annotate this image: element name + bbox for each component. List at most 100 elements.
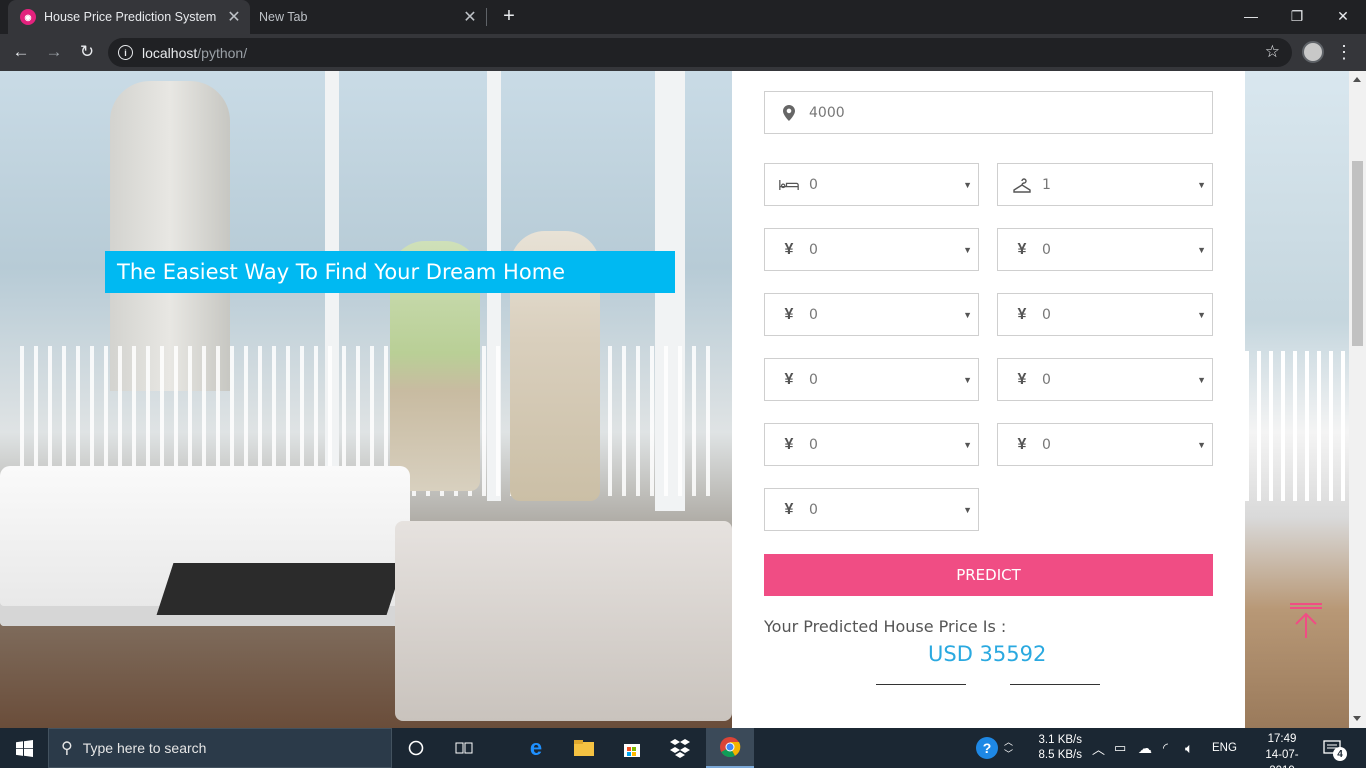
file-explorer-icon[interactable] bbox=[560, 728, 608, 768]
volume-icon[interactable]: 🔈︎ bbox=[1185, 728, 1193, 768]
onedrive-icon[interactable]: ☁ bbox=[1138, 728, 1152, 768]
chevron-down-icon: ▼ bbox=[963, 179, 972, 190]
hero-railing bbox=[1245, 351, 1349, 501]
yen-icon: ¥ bbox=[1017, 305, 1027, 323]
windows-logo-icon bbox=[15, 739, 33, 757]
tray-chevrons-icon[interactable]: ︿ ﹀ bbox=[1004, 728, 1013, 768]
chrome-icon[interactable] bbox=[706, 728, 754, 768]
feature-select-4[interactable]: ¥ 0 ▼ bbox=[997, 293, 1213, 336]
restore-button[interactable]: ❐ bbox=[1274, 0, 1320, 32]
chevron-down-icon: ▼ bbox=[963, 504, 972, 515]
show-hidden-icons-icon[interactable]: ︿ bbox=[1092, 728, 1105, 768]
tab-house-price[interactable]: ◉ House Price Prediction System ✕ bbox=[8, 0, 250, 34]
feature-select-1[interactable]: ¥ 0 ▼ bbox=[764, 228, 979, 271]
battery-icon[interactable]: ▭ bbox=[1114, 728, 1126, 768]
store-icon[interactable] bbox=[608, 728, 656, 768]
bookmark-star-icon[interactable]: ☆ bbox=[1265, 42, 1280, 62]
site-favicon-icon: ◉ bbox=[20, 9, 36, 25]
yen-icon: ¥ bbox=[1017, 240, 1027, 258]
bedrooms-select[interactable]: 0 ▼ bbox=[764, 163, 979, 206]
hero-armchair bbox=[395, 521, 732, 721]
cortana-icon[interactable] bbox=[392, 728, 440, 768]
close-window-button[interactable]: ✕ bbox=[1320, 0, 1366, 32]
browser-menu-icon[interactable]: ⋮ bbox=[1334, 40, 1354, 64]
scroll-down-arrow-icon[interactable] bbox=[1353, 716, 1361, 721]
notifications-icon[interactable]: 4 bbox=[1322, 728, 1347, 768]
language-indicator[interactable]: ENG bbox=[1212, 728, 1237, 768]
yen-icon: ¥ bbox=[1017, 370, 1027, 388]
tab-title: New Tab bbox=[259, 10, 308, 24]
feature-select-5[interactable]: ¥ 0 ▼ bbox=[764, 358, 979, 401]
divider bbox=[1010, 684, 1100, 685]
back-to-top-icon[interactable] bbox=[1288, 602, 1324, 640]
hero-background-image bbox=[0, 71, 732, 728]
chevron-down-icon: ▼ bbox=[963, 244, 972, 255]
minimize-button[interactable]: — bbox=[1228, 0, 1274, 32]
yen-icon: ¥ bbox=[784, 305, 794, 323]
chevron-down-icon: ▼ bbox=[1197, 179, 1206, 190]
close-tab-icon[interactable]: ✕ bbox=[460, 7, 480, 27]
scrollbar-thumb[interactable] bbox=[1352, 161, 1363, 346]
yen-icon: ¥ bbox=[784, 240, 794, 258]
page-scrollbar[interactable] bbox=[1349, 71, 1366, 728]
predict-button[interactable]: PREDICT bbox=[764, 554, 1213, 596]
dropbox-icon[interactable] bbox=[656, 728, 704, 768]
yen-icon: ¥ bbox=[784, 500, 794, 518]
page-viewport: The Easiest Way To Find Your Dream Home … bbox=[0, 71, 1349, 728]
bed-icon bbox=[779, 178, 799, 192]
divider bbox=[876, 684, 966, 685]
tab-separator bbox=[486, 8, 487, 26]
chevron-down-icon: ▼ bbox=[1197, 244, 1206, 255]
predicted-price: USD 35592 bbox=[928, 642, 1047, 666]
notification-count-badge: 4 bbox=[1333, 747, 1347, 761]
search-icon: ⚲ bbox=[61, 740, 73, 757]
feature-select-9[interactable]: ¥ 0 ▼ bbox=[764, 488, 979, 531]
help-icon[interactable]: ? bbox=[976, 728, 998, 768]
browser-toolbar: ← → ↻ i localhost/python/ ☆ bbox=[0, 34, 1366, 71]
yen-icon: ¥ bbox=[1017, 435, 1027, 453]
hero-image-tower bbox=[110, 81, 230, 391]
url-text: localhost/python/ bbox=[142, 44, 248, 61]
feature-select-8[interactable]: ¥ 0 ▼ bbox=[997, 423, 1213, 466]
yen-icon: ¥ bbox=[784, 370, 794, 388]
prediction-form: 4000 0 ▼ 1 ▼ ¥ 0 ▼ ¥ 0 ▼ ¥ 0 ▼ ¥ 0 ▼ ¥ 0… bbox=[732, 71, 1245, 728]
tab-title: House Price Prediction System bbox=[44, 10, 217, 24]
area-input[interactable]: 4000 bbox=[764, 91, 1213, 134]
scroll-up-arrow-icon[interactable] bbox=[1353, 77, 1361, 82]
chevron-down-icon: ▼ bbox=[1197, 374, 1206, 385]
feature-select-6[interactable]: ¥ 0 ▼ bbox=[997, 358, 1213, 401]
taskbar-search-input[interactable]: ⚲ Type here to search bbox=[48, 728, 392, 768]
result-label: Your Predicted House Price Is : bbox=[764, 617, 1007, 636]
task-view-icon[interactable] bbox=[440, 728, 488, 768]
back-arrow-icon[interactable]: ← bbox=[9, 40, 33, 64]
feature-select-2[interactable]: ¥ 0 ▼ bbox=[997, 228, 1213, 271]
site-info-icon[interactable]: i bbox=[118, 45, 133, 60]
map-marker-icon bbox=[779, 104, 799, 121]
chevron-down-icon: ▼ bbox=[963, 309, 972, 320]
address-bar[interactable]: i localhost/python/ ☆ bbox=[108, 38, 1292, 67]
reload-icon[interactable]: ↻ bbox=[75, 40, 99, 64]
windows-taskbar: ⚲ Type here to search e ? ︿ ﹀ 3.1 KB/s 8.… bbox=[0, 728, 1366, 768]
bathrooms-select[interactable]: 1 ▼ bbox=[997, 163, 1213, 206]
yen-icon: ¥ bbox=[784, 435, 794, 453]
feature-select-3[interactable]: ¥ 0 ▼ bbox=[764, 293, 979, 336]
chevron-down-icon: ▼ bbox=[1197, 309, 1206, 320]
hero-tagline: The Easiest Way To Find Your Dream Home bbox=[105, 251, 675, 293]
tab-new-tab[interactable]: New Tab ✕ bbox=[250, 0, 486, 34]
forward-arrow-icon[interactable]: → bbox=[42, 40, 66, 64]
hanger-icon bbox=[1012, 177, 1032, 193]
new-tab-button[interactable]: + bbox=[498, 5, 520, 27]
system-clock[interactable]: 17:49 14-07-2019 bbox=[1258, 731, 1306, 768]
profile-avatar[interactable] bbox=[1302, 41, 1324, 63]
chevron-down-icon: ▼ bbox=[1197, 439, 1206, 450]
close-tab-icon[interactable]: ✕ bbox=[224, 7, 244, 27]
wifi-icon[interactable]: ◜ bbox=[1163, 728, 1168, 768]
hero-coffee-table bbox=[156, 563, 404, 615]
network-speed: 3.1 KB/s 8.5 KB/s bbox=[1038, 734, 1082, 761]
tab-strip: ◉ House Price Prediction System ✕ New Ta… bbox=[0, 0, 1366, 34]
chevron-down-icon: ▼ bbox=[963, 439, 972, 450]
start-button[interactable] bbox=[0, 728, 48, 768]
feature-select-7[interactable]: ¥ 0 ▼ bbox=[764, 423, 979, 466]
edge-browser-icon[interactable]: e bbox=[512, 728, 560, 768]
chevron-down-icon: ▼ bbox=[963, 374, 972, 385]
